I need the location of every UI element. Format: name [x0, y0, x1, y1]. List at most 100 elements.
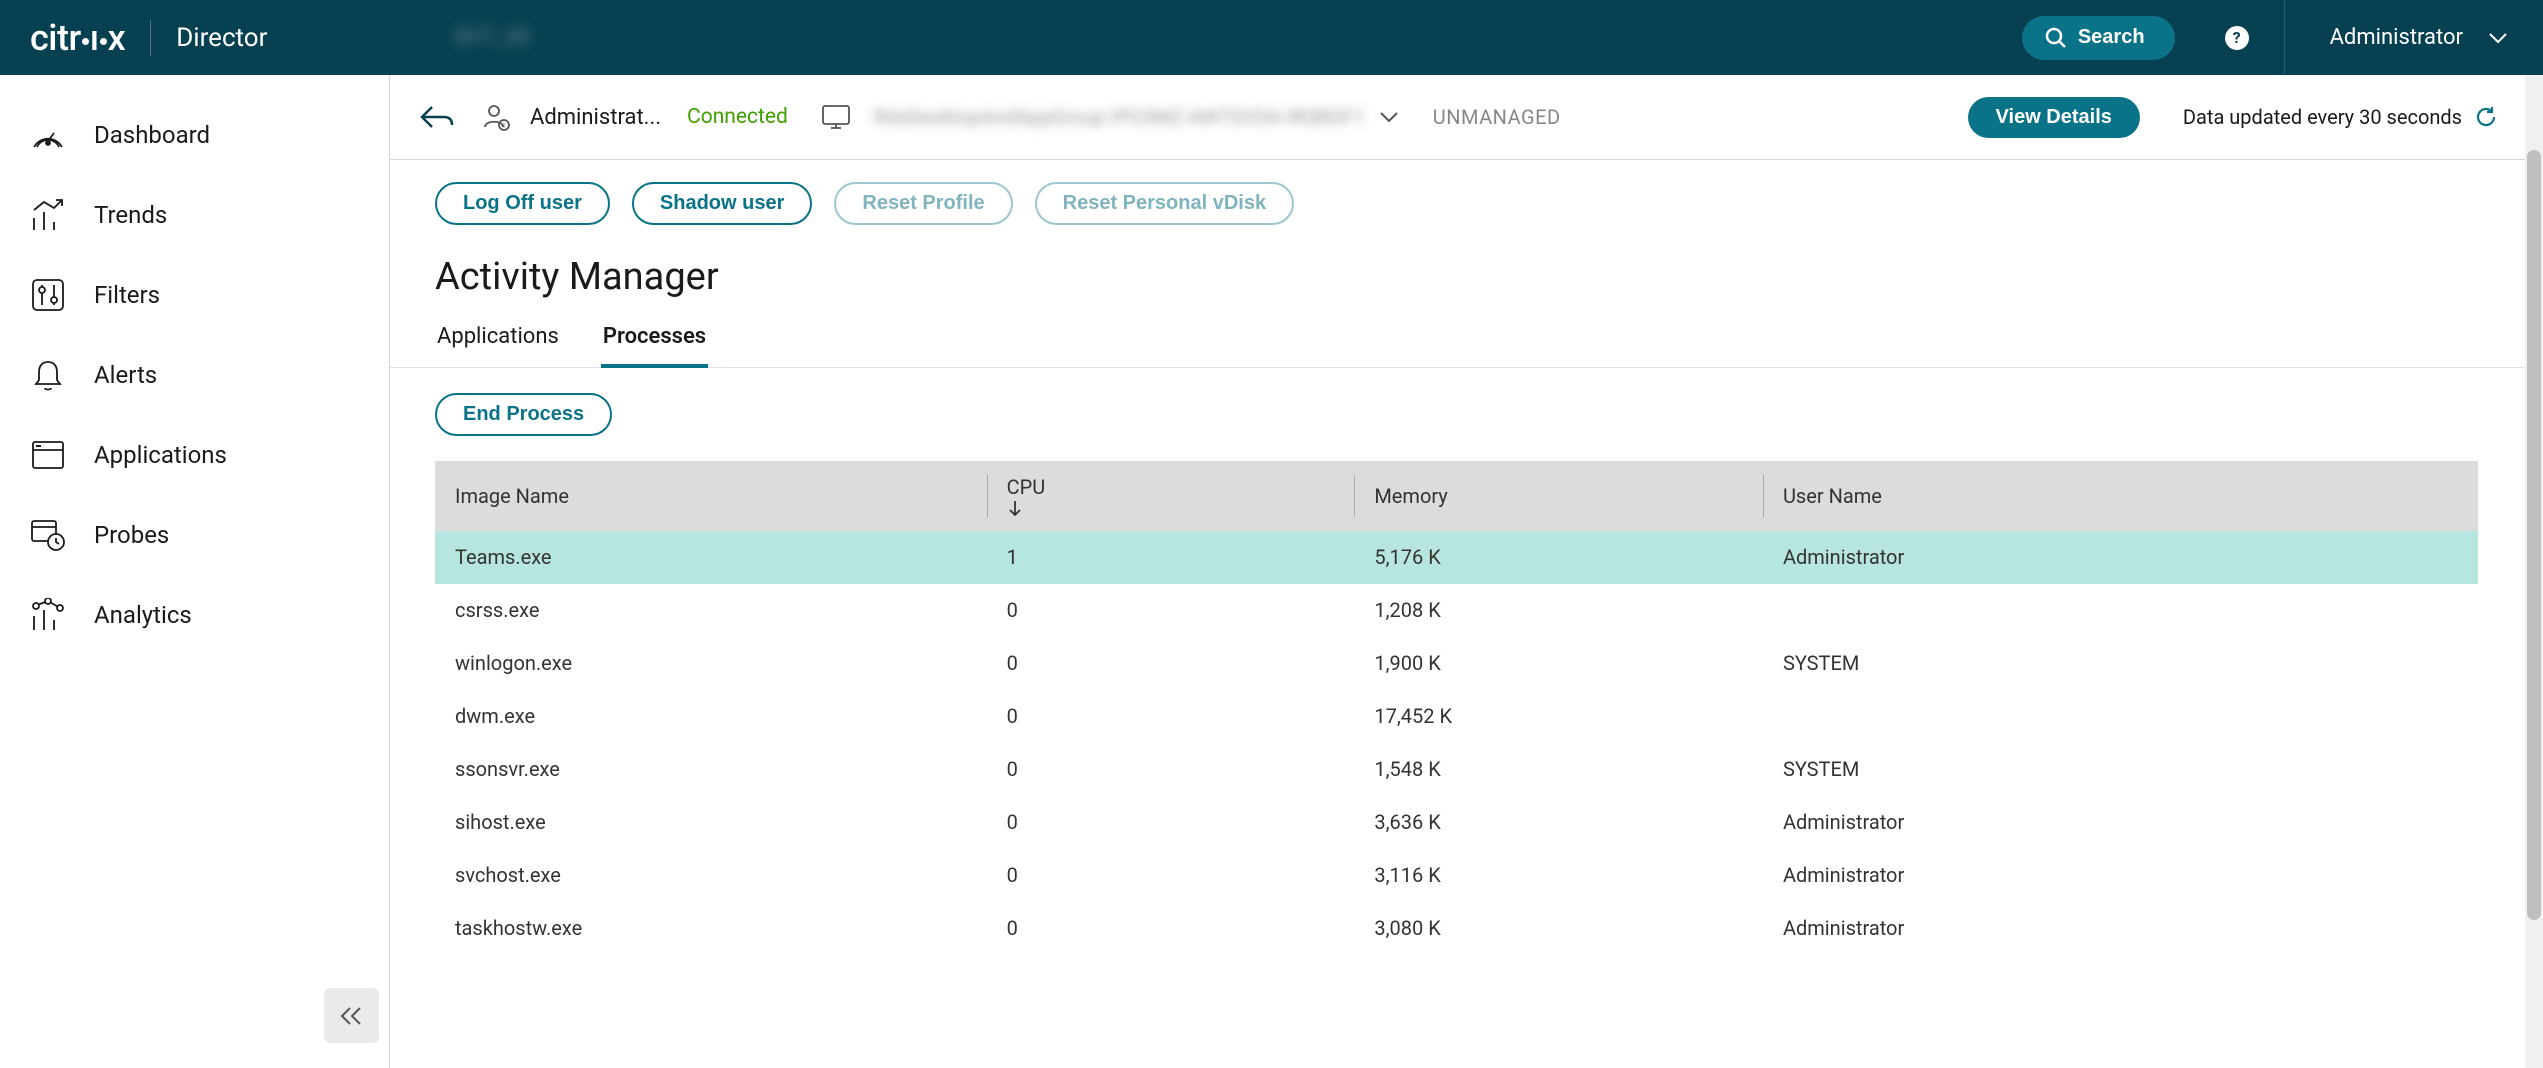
cell-image: ssonsvr.exe	[435, 743, 987, 796]
cell-cpu: 0	[987, 743, 1355, 796]
cell-cpu: 1	[987, 531, 1355, 584]
cell-cpu: 0	[987, 690, 1355, 743]
sort-desc-icon	[1007, 499, 1335, 517]
app-header: citrıx Director BVT_08 Search ? Administ…	[0, 0, 2543, 75]
table-row[interactable]: dwm.exe017,452 K	[435, 690, 2478, 743]
product-name: Director	[176, 23, 267, 53]
machine-name-blurred: RdsDesktopAndAppGroup IPG3MZ-AWTSVDA-IRS…	[874, 105, 1365, 129]
app-window-icon	[30, 437, 66, 473]
analytics-icon	[30, 597, 66, 633]
table-row[interactable]: ssonsvr.exe01,548 KSYSTEM	[435, 743, 2478, 796]
col-label: Image Name	[455, 484, 569, 508]
log-off-button[interactable]: Log Off user	[435, 182, 610, 225]
cell-image: winlogon.exe	[435, 637, 987, 690]
cell-user: Administrator	[1763, 531, 2478, 584]
cell-user: Administrator	[1763, 796, 2478, 849]
unmanaged-badge: UNMANAGED	[1433, 105, 1561, 129]
col-label: CPU	[1007, 475, 1046, 499]
sidebar-item-alerts[interactable]: Alerts	[0, 335, 389, 415]
cell-image: svchost.exe	[435, 849, 987, 902]
citrix-logo: citrıx	[30, 17, 125, 59]
help-icon[interactable]: ?	[2225, 26, 2249, 50]
col-user-name[interactable]: User Name	[1763, 461, 2478, 531]
cell-cpu: 0	[987, 584, 1355, 637]
data-updated-label: Data updated every 30 seconds	[2183, 105, 2498, 129]
cell-user	[1763, 584, 2478, 637]
refresh-icon[interactable]	[2474, 105, 2498, 129]
cell-user: Administrator	[1763, 849, 2478, 902]
bell-icon	[30, 357, 66, 393]
table-header-row: Image Name CPU Memory User Name	[435, 461, 2478, 531]
activity-tabs: Applications Processes	[390, 314, 2543, 368]
session-context-blurred: BVT_08	[455, 25, 530, 50]
main-content: i Administrat... Connected RdsDesktopAnd…	[390, 75, 2543, 1068]
sidebar-item-label: Alerts	[94, 361, 157, 389]
filters-sliders-icon	[30, 277, 66, 313]
chevron-double-left-icon	[339, 1005, 365, 1027]
back-button[interactable]	[420, 103, 454, 131]
header-divider	[150, 20, 151, 56]
vertical-scrollbar[interactable]	[2527, 150, 2541, 920]
cell-memory: 1,900 K	[1354, 637, 1763, 690]
sidebar-item-trends[interactable]: Trends	[0, 175, 389, 255]
col-image-name[interactable]: Image Name	[435, 461, 987, 531]
connection-status: Connected	[687, 105, 788, 129]
data-updated-text: Data updated every 30 seconds	[2183, 105, 2462, 129]
header-brand: citrıx Director	[0, 17, 390, 59]
reset-profile-button: Reset Profile	[834, 182, 1012, 225]
sidebar: Dashboard Trends Filters Alerts	[0, 75, 390, 1068]
machine-dropdown[interactable]	[1378, 110, 1400, 124]
sidebar-item-probes[interactable]: Probes	[0, 495, 389, 575]
sidebar-item-filters[interactable]: Filters	[0, 255, 389, 335]
cell-user: SYSTEM	[1763, 637, 2478, 690]
search-button[interactable]: Search	[2022, 16, 2175, 60]
cell-image: Teams.exe	[435, 531, 987, 584]
reset-vdisk-button: Reset Personal vDisk	[1035, 182, 1294, 225]
cell-memory: 3,636 K	[1354, 796, 1763, 849]
sidebar-collapse-button[interactable]	[324, 988, 379, 1043]
col-memory[interactable]: Memory	[1354, 461, 1763, 531]
table-row[interactable]: sihost.exe03,636 KAdministrator	[435, 796, 2478, 849]
probes-clock-icon	[30, 517, 66, 553]
sidebar-item-analytics[interactable]: Analytics	[0, 575, 389, 655]
table-row[interactable]: winlogon.exe01,900 KSYSTEM	[435, 637, 2478, 690]
cell-cpu: 0	[987, 849, 1355, 902]
col-label: Memory	[1374, 484, 1447, 508]
col-cpu[interactable]: CPU	[987, 461, 1355, 531]
cell-user: SYSTEM	[1763, 743, 2478, 796]
table-row[interactable]: taskhostw.exe03,080 KAdministrator	[435, 902, 2478, 955]
cell-memory: 3,080 K	[1354, 902, 1763, 955]
view-details-button[interactable]: View Details	[1968, 97, 2140, 138]
user-menu[interactable]: Administrator	[2330, 25, 2543, 50]
sidebar-item-label: Analytics	[94, 601, 192, 629]
sidebar-item-label: Applications	[94, 441, 227, 469]
tab-processes[interactable]: Processes	[601, 314, 708, 367]
table-row[interactable]: Teams.exe15,176 KAdministrator	[435, 531, 2478, 584]
session-actions: Log Off user Shadow user Reset Profile R…	[390, 160, 2543, 255]
tab-applications[interactable]: Applications	[435, 314, 561, 367]
cell-cpu: 0	[987, 637, 1355, 690]
cell-cpu: 0	[987, 796, 1355, 849]
svg-text:i: i	[503, 121, 505, 130]
sidebar-item-dashboard[interactable]: Dashboard	[0, 95, 389, 175]
header-divider-right	[2284, 0, 2285, 75]
dashboard-gauge-icon	[30, 117, 66, 153]
cell-memory: 1,548 K	[1354, 743, 1763, 796]
cell-user: Administrator	[1763, 902, 2478, 955]
cell-memory: 3,116 K	[1354, 849, 1763, 902]
shadow-user-button[interactable]: Shadow user	[632, 182, 812, 225]
table-row[interactable]: csrss.exe01,208 K	[435, 584, 2478, 637]
process-table: Image Name CPU Memory User Name Teams.ex…	[390, 461, 2523, 955]
context-info-bar: i Administrat... Connected RdsDesktopAnd…	[390, 75, 2543, 160]
cell-image: taskhostw.exe	[435, 902, 987, 955]
page-title: Activity Manager	[390, 255, 2543, 314]
cell-user	[1763, 690, 2478, 743]
search-button-label: Search	[2078, 26, 2145, 49]
cell-memory: 5,176 K	[1354, 531, 1763, 584]
session-user-name: Administrat...	[530, 105, 661, 130]
sidebar-item-applications[interactable]: Applications	[0, 415, 389, 495]
end-process-button[interactable]: End Process	[435, 393, 612, 436]
cell-image: dwm.exe	[435, 690, 987, 743]
cell-memory: 17,452 K	[1354, 690, 1763, 743]
table-row[interactable]: svchost.exe03,116 KAdministrator	[435, 849, 2478, 902]
